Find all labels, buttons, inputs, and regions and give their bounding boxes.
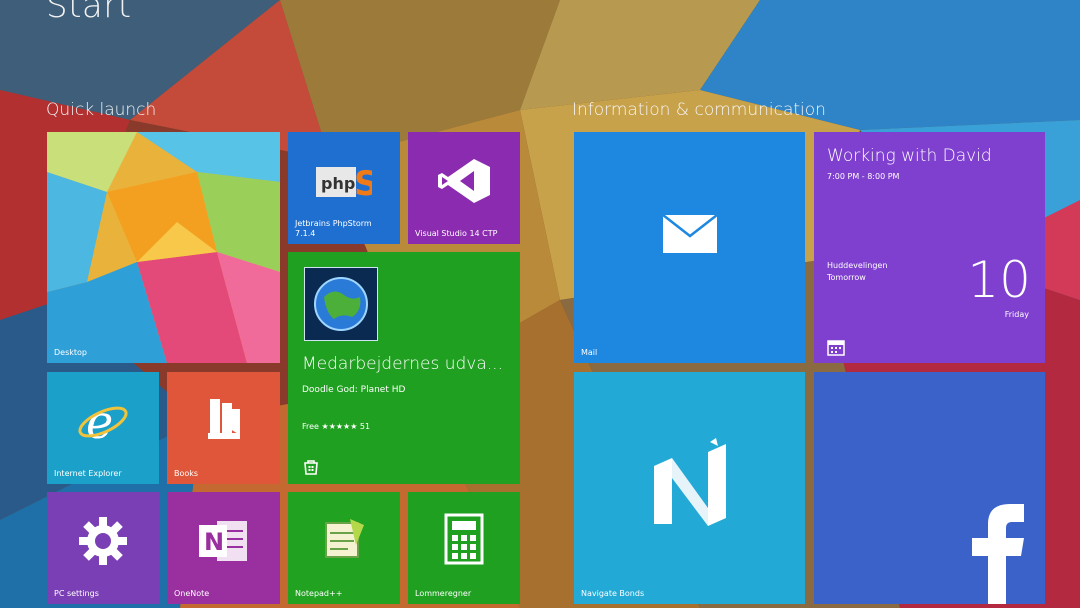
calendar-tile[interactable]: Working with David 7:00 PM - 8:00 PM Hud… xyxy=(814,132,1045,363)
store-app-rating: Free ★★★★★ 51 xyxy=(302,422,371,431)
mail-icon xyxy=(661,213,718,253)
calendar-day-name: Friday xyxy=(1004,310,1029,319)
globe-app-icon xyxy=(304,267,378,341)
calendar-location: Huddevelingen Tomorrow xyxy=(827,260,887,284)
news-tile-label: Navigate Bonds xyxy=(581,589,645,598)
phpstorm-tile[interactable]: php S Jetbrains PhpStorm 7.1.4 xyxy=(288,132,400,244)
photo-mosaic-icon xyxy=(47,132,280,363)
phpstorm-label-line1: Jetbrains PhpStorm xyxy=(295,219,372,228)
calendar-icon xyxy=(827,340,845,356)
start-title: Start xyxy=(46,0,132,26)
calendar-event-title: Working with David xyxy=(827,146,992,166)
svg-text:php: php xyxy=(321,174,355,193)
internet-explorer-tile-label: Internet Explorer xyxy=(54,469,122,478)
pc-settings-tile-label: PC settings xyxy=(54,589,99,598)
facebook-tile[interactable] xyxy=(814,372,1045,604)
n-logo-icon xyxy=(653,438,726,527)
svg-text:N: N xyxy=(204,528,224,556)
news-tile[interactable]: Navigate Bonds xyxy=(574,372,805,604)
desktop-tile[interactable]: Desktop xyxy=(47,132,280,363)
notepad-tile[interactable]: Notepad++ xyxy=(288,492,400,604)
svg-text:S: S xyxy=(354,164,372,201)
pc-settings-tile[interactable]: PC settings xyxy=(47,492,159,604)
phpstorm-label-line2: 7.1.4 xyxy=(295,229,316,238)
internet-explorer-icon: e xyxy=(78,396,128,446)
visual-studio-tile-label: Visual Studio 14 CTP xyxy=(415,229,498,238)
phpstorm-icon: php S xyxy=(316,164,372,201)
store-app-tile[interactable]: Medarbejdernes udva... Doodle God: Plane… xyxy=(288,252,520,484)
internet-explorer-tile[interactable]: e Internet Explorer xyxy=(47,372,159,484)
facebook-icon xyxy=(972,504,1024,604)
notepad-tile-label: Notepad++ xyxy=(295,589,343,598)
desktop-tile-label: Desktop xyxy=(54,348,87,357)
books-icon xyxy=(207,399,240,440)
calculator-tile-label: Lommeregner xyxy=(415,589,472,598)
books-tile-label: Books xyxy=(174,469,199,478)
phpstorm-tile-label: Jetbrains PhpStorm 7.1.4 xyxy=(295,219,372,239)
onenote-icon: N xyxy=(198,521,247,562)
notepad-icon xyxy=(325,519,364,559)
calendar-event-time: 7:00 PM - 8:00 PM xyxy=(827,172,900,181)
calendar-location-line2: Tomorrow xyxy=(827,273,866,282)
onenote-tile[interactable]: N OneNote xyxy=(167,492,280,604)
onenote-tile-label: OneNote xyxy=(174,589,210,598)
gear-icon xyxy=(79,517,127,566)
visual-studio-tile[interactable]: Visual Studio 14 CTP xyxy=(408,132,520,244)
visual-studio-icon xyxy=(438,159,490,204)
store-app-title: Medarbejdernes udva... xyxy=(302,354,503,374)
calculator-tile[interactable]: Lommeregner xyxy=(408,492,520,604)
svg-text:e: e xyxy=(86,396,113,446)
group-label-quick-launch[interactable]: Quick launch xyxy=(46,100,156,120)
mail-tile-label: Mail xyxy=(581,348,598,357)
calendar-location-line1: Huddevelingen xyxy=(827,261,888,270)
mail-tile[interactable]: Mail xyxy=(574,132,805,363)
group-label-information-communication[interactable]: Information & communication xyxy=(572,100,826,120)
calendar-day-number: 10 xyxy=(967,251,1031,309)
books-tile[interactable]: Books xyxy=(167,372,280,484)
calculator-icon xyxy=(444,513,484,565)
store-app-subtitle: Doodle God: Planet HD xyxy=(302,385,406,395)
store-badge-icon xyxy=(304,460,318,475)
